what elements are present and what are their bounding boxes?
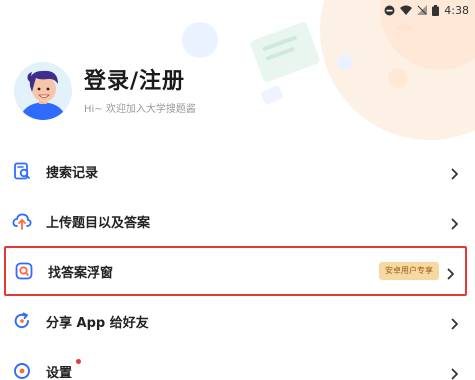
- avatar[interactable]: [14, 62, 72, 120]
- login-register-link[interactable]: 登录/注册: [84, 68, 196, 96]
- android-exclusive-badge: 安卓用户专享: [379, 262, 439, 280]
- menu-item-search-history[interactable]: 搜索记录: [0, 146, 475, 196]
- share-icon: [12, 311, 32, 331]
- signal-icon: [417, 5, 428, 15]
- menu-item-label: 找答案浮窗: [48, 265, 114, 281]
- menu-item-upload-questions[interactable]: 上传题目以及答案: [0, 196, 475, 246]
- chevron-right-icon: [451, 215, 459, 230]
- floating-window-icon: [14, 261, 34, 281]
- chevron-right-icon: [447, 265, 455, 280]
- do-not-disturb-icon: [384, 5, 395, 16]
- welcome-subtitle: Hi~ 欢迎加入大学搜题酱: [84, 103, 196, 115]
- menu-item-label: 搜索记录: [46, 165, 99, 181]
- menu-item-label: 设置: [46, 365, 73, 380]
- profile-section[interactable]: 登录/注册 Hi~ 欢迎加入大学搜题酱: [14, 62, 196, 120]
- menu-item-label: 上传题目以及答案: [46, 215, 151, 231]
- status-time: 4:38: [444, 3, 469, 17]
- status-bar: 4:38: [384, 3, 469, 17]
- chevron-right-icon: [451, 165, 459, 180]
- chevron-right-icon: [451, 315, 459, 330]
- wifi-icon: [400, 5, 413, 15]
- menu-item-settings[interactable]: 设置: [0, 346, 475, 380]
- settings-icon: [12, 361, 32, 380]
- upload-icon: [12, 211, 32, 231]
- search-history-icon: [12, 161, 32, 181]
- menu-item-share-app[interactable]: 分享 App 给好友: [0, 296, 475, 346]
- battery-icon: [432, 4, 440, 16]
- menu-item-label: 分享 App 给好友: [46, 315, 149, 331]
- menu-item-floating-window[interactable]: 找答案浮窗 安卓用户专享: [4, 246, 467, 296]
- chevron-right-icon: [451, 365, 459, 380]
- notification-dot: [76, 359, 81, 364]
